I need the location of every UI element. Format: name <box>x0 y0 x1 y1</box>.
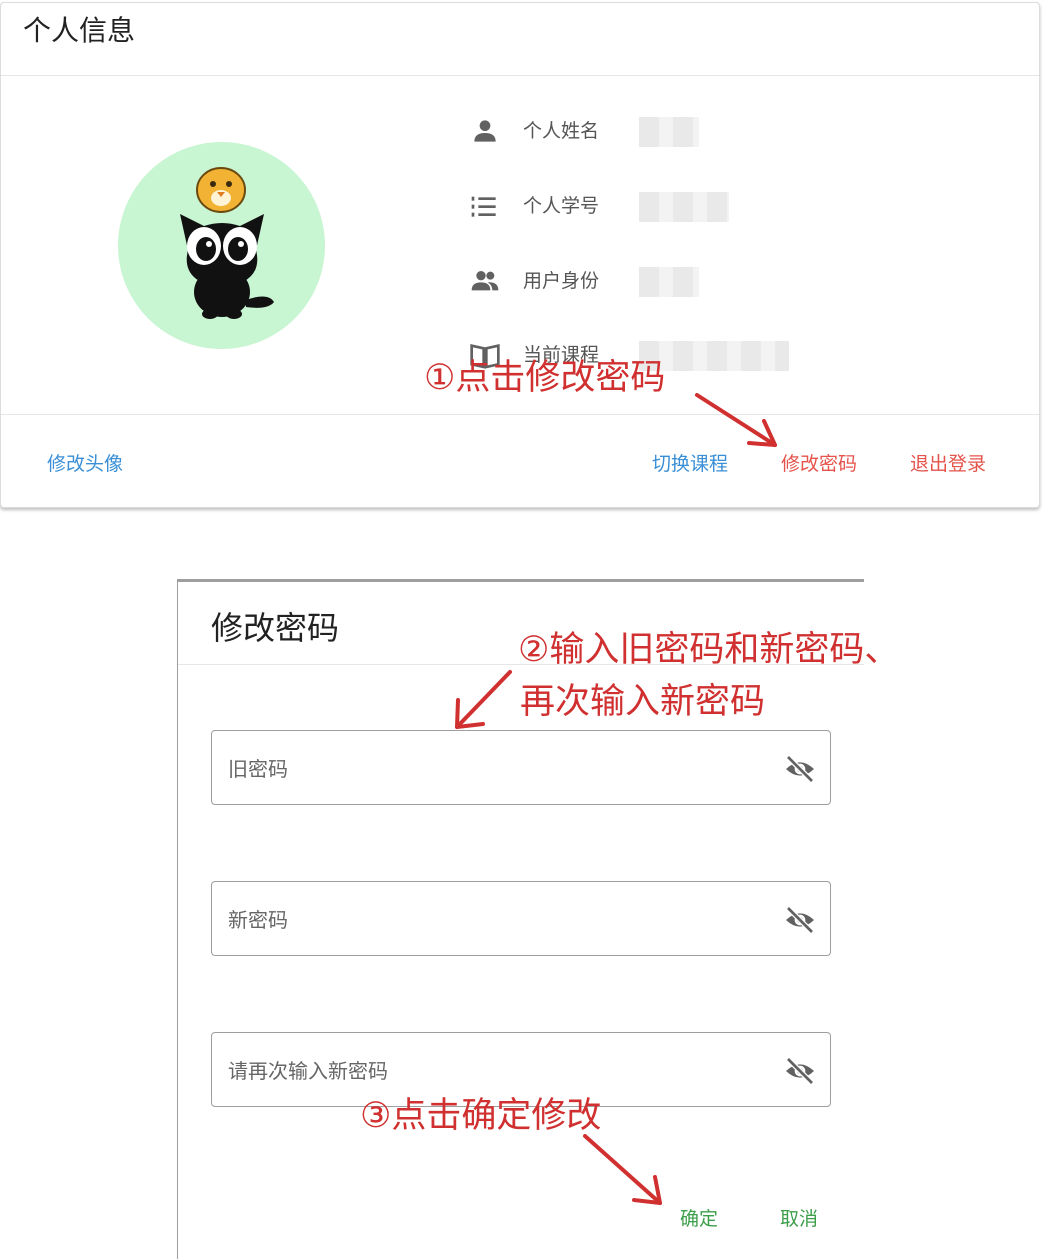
change-avatar-button[interactable]: 修改头像 <box>47 449 123 479</box>
switch-course-button[interactable]: 切换课程 <box>652 449 728 479</box>
name-label: 个人姓名 <box>523 120 600 142</box>
numbered-list-icon <box>471 196 496 217</box>
eye-off-icon[interactable] <box>784 904 816 936</box>
cancel-button[interactable]: 取消 <box>780 1204 818 1234</box>
confirm-button[interactable]: 确定 <box>680 1204 718 1234</box>
annotation-step2-line2: 再次输入新密码 <box>520 682 766 722</box>
divider <box>1 75 1039 76</box>
annotation-step1: ①点击修改密码 <box>424 358 666 398</box>
annotation-step3: ③点击确定修改 <box>360 1096 602 1136</box>
people-icon <box>471 271 499 291</box>
old-password-field <box>211 730 831 806</box>
avatar-cartoon-image <box>180 167 274 319</box>
logout-button[interactable]: 退出登录 <box>910 449 986 479</box>
student-id-value-redacted <box>639 192 729 222</box>
avatar <box>118 142 325 349</box>
new-password-field <box>211 881 831 957</box>
change-password-button[interactable]: 修改密码 <box>781 449 857 479</box>
person-icon <box>474 120 496 142</box>
old-password-input[interactable] <box>226 731 770 806</box>
student-id-label: 个人学号 <box>523 195 600 217</box>
identity-label: 用户身份 <box>523 270 600 292</box>
divider <box>1 414 1039 415</box>
eye-off-icon[interactable] <box>784 753 816 785</box>
identity-value-redacted <box>639 267 699 297</box>
eye-off-icon[interactable] <box>784 1055 816 1087</box>
new-password-input[interactable] <box>226 882 770 957</box>
dialog-title: 修改密码 <box>211 609 340 647</box>
annotation-step2-line1: ②输入旧密码和新密码、 <box>518 630 900 670</box>
profile-card: 个人信息 个人姓名 个人学号 用户身份 当前课程 修改头像 切换课程 修改密码 … <box>0 2 1040 508</box>
name-value-redacted <box>639 117 699 147</box>
profile-card-title: 个人信息 <box>23 14 136 47</box>
